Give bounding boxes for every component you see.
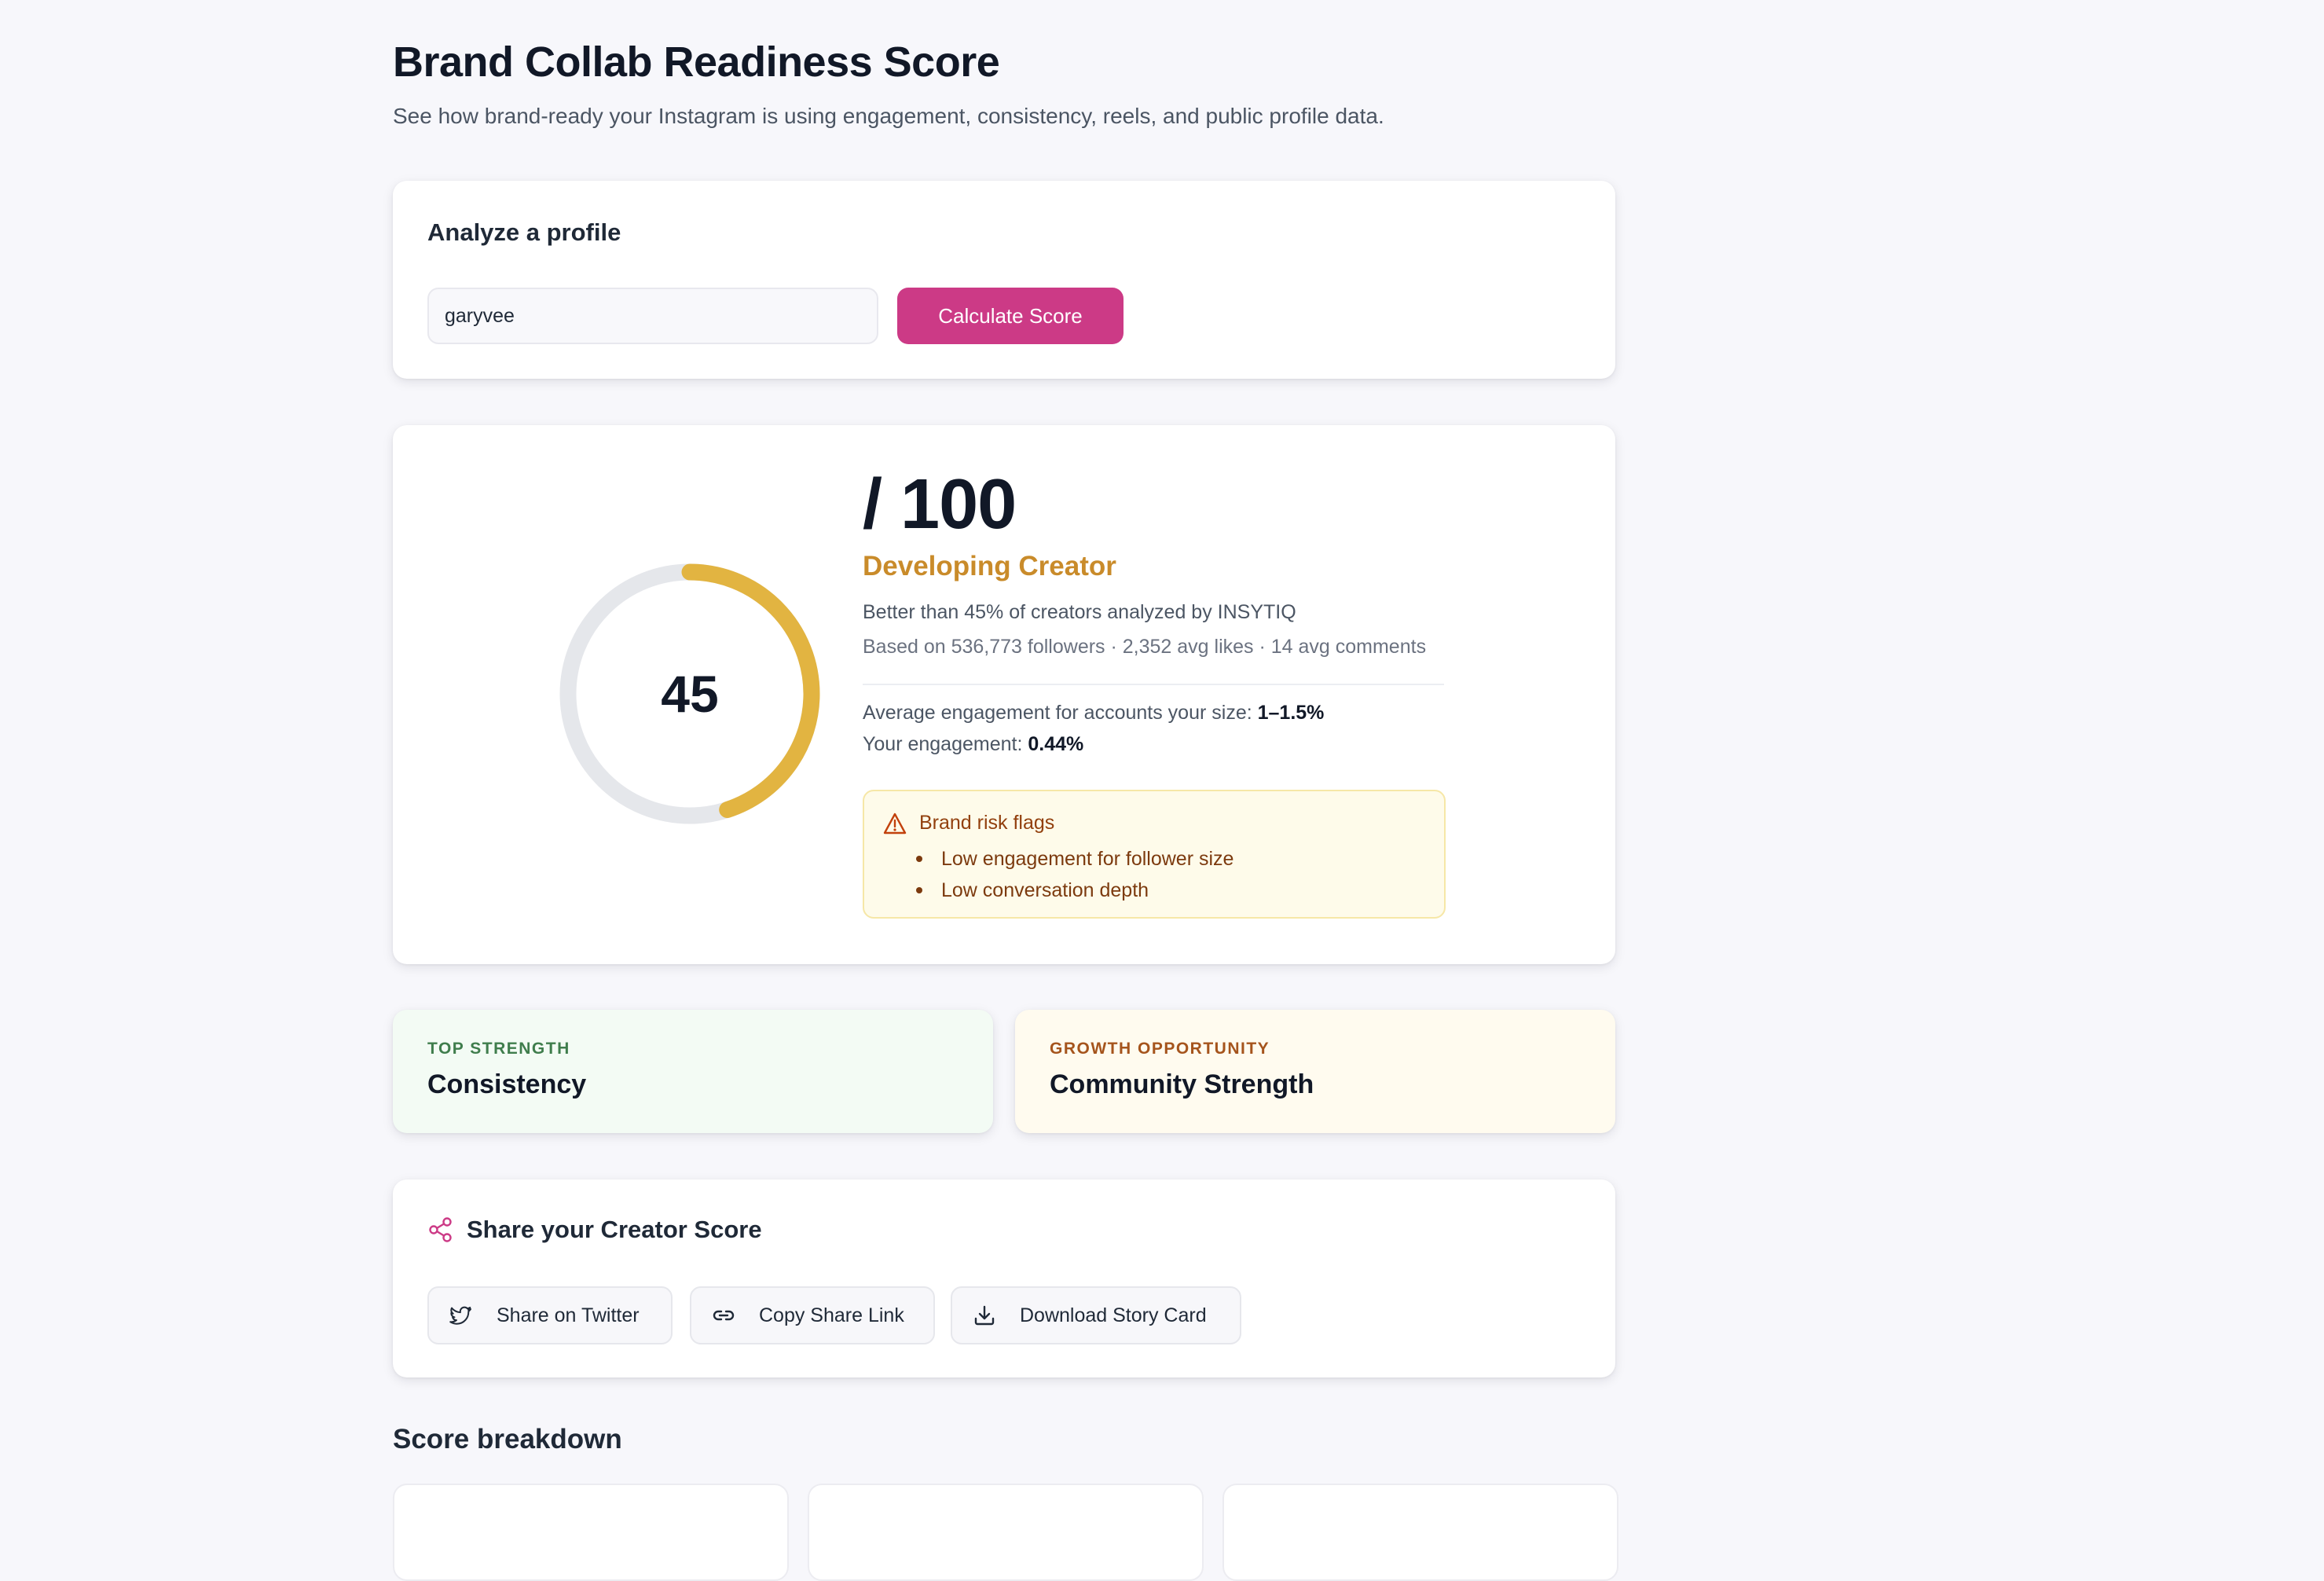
growth-opportunity-card: GROWTH OPPORTUNITY Community Strength <box>1015 1010 1615 1133</box>
download-icon <box>973 1304 996 1327</box>
analyze-heading: Analyze a profile <box>427 218 621 246</box>
score-breakdown-heading: Score breakdown <box>393 1424 622 1454</box>
score-gauge: 45 <box>559 563 820 824</box>
risk-flags-title: Brand risk flags <box>883 812 1054 835</box>
tier-label: Developing Creator <box>863 551 1116 581</box>
top-strength-value: Consistency <box>427 1069 587 1099</box>
risk-flag-item: Low conversation depth <box>864 875 1233 906</box>
your-engagement-label: Your engagement: <box>863 733 1028 755</box>
growth-opportunity-value: Community Strength <box>1050 1069 1314 1099</box>
link-icon <box>712 1304 735 1327</box>
score-card: 45 / 100 Developing Creator Better than … <box>393 425 1615 964</box>
score-out-of: / 100 <box>863 465 1017 544</box>
risk-flags-list: Low engagement for follower size Low con… <box>864 843 1233 906</box>
share-heading: Share your Creator Score <box>427 1216 762 1244</box>
page-title: Brand Collab Readiness Score <box>393 39 1000 86</box>
breakdown-card <box>1222 1484 1618 1581</box>
share-card: Share your Creator Score Share on Twitte… <box>393 1179 1615 1377</box>
copy-share-link-label: Copy Share Link <box>759 1304 904 1326</box>
share-heading-text: Share your Creator Score <box>467 1216 762 1243</box>
breakdown-card <box>808 1484 1204 1581</box>
twitter-bird-icon <box>449 1304 473 1327</box>
warning-icon <box>883 813 907 835</box>
percentile-text: Better than 45% of creators analyzed by … <box>863 601 1296 623</box>
share-on-twitter-button[interactable]: Share on Twitter <box>427 1286 673 1344</box>
divider <box>863 684 1444 685</box>
risk-flag-item: Low engagement for follower size <box>864 843 1233 875</box>
risk-flags-box: Brand risk flags Low engagement for foll… <box>863 790 1446 919</box>
page-subtitle: See how brand-ready your Instagram is us… <box>393 104 1384 128</box>
top-strength-card: TOP STRENGTH Consistency <box>393 1010 993 1133</box>
risk-flags-title-text: Brand risk flags <box>919 812 1055 834</box>
analyze-card: Analyze a profile Calculate Score <box>393 181 1615 379</box>
your-engagement-value: 0.44% <box>1028 733 1084 755</box>
average-engagement-label: Average engagement for accounts your siz… <box>863 702 1258 724</box>
download-story-card-label: Download Story Card <box>1020 1304 1207 1326</box>
your-engagement-line: Your engagement: 0.44% <box>863 733 1083 756</box>
score-value: 45 <box>661 665 719 723</box>
share-icon <box>427 1216 454 1243</box>
copy-share-link-button[interactable]: Copy Share Link <box>690 1286 935 1344</box>
calculate-score-button[interactable]: Calculate Score <box>897 288 1124 344</box>
download-story-card-button[interactable]: Download Story Card <box>951 1286 1241 1344</box>
top-strength-kicker: TOP STRENGTH <box>427 1040 570 1058</box>
growth-opportunity-kicker: GROWTH OPPORTUNITY <box>1050 1040 1270 1058</box>
username-input[interactable] <box>427 288 878 344</box>
share-on-twitter-label: Share on Twitter <box>497 1304 640 1326</box>
based-on-text: Based on 536,773 followers · 2,352 avg l… <box>863 636 1427 658</box>
average-engagement-line: Average engagement for accounts your siz… <box>863 702 1324 724</box>
average-engagement-value: 1–1.5% <box>1257 702 1325 724</box>
breakdown-card <box>393 1484 789 1581</box>
